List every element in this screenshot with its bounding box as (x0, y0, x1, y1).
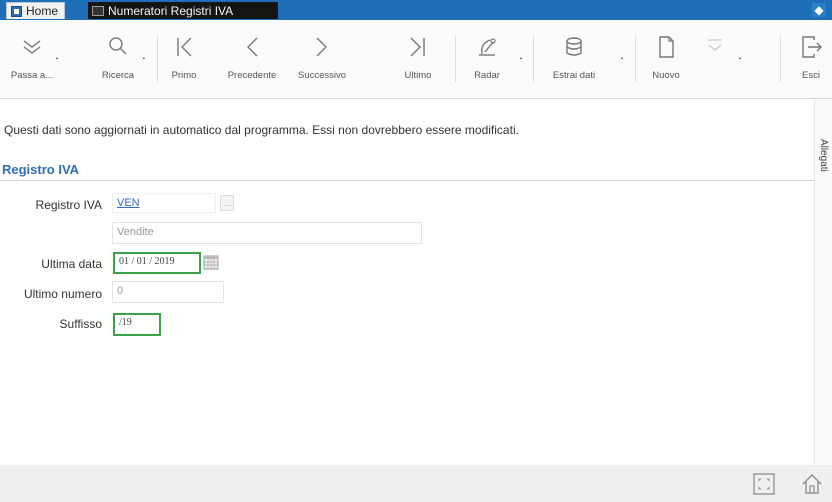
fit-screen-icon[interactable] (752, 472, 776, 496)
precedente-button[interactable]: Precedente (226, 20, 278, 98)
bottom-bar (0, 465, 832, 502)
radar-label: Radar (474, 70, 500, 81)
nuovo-dropdown-button[interactable] (700, 20, 730, 98)
precedente-label: Precedente (227, 70, 277, 81)
ultima-data-input[interactable]: 01 / 01 / 2019 (113, 252, 201, 274)
section-divider (0, 180, 814, 181)
primo-button[interactable]: Primo (166, 20, 202, 98)
esci-label: Esci (802, 70, 820, 81)
nuovo-button[interactable]: Nuovo (648, 20, 684, 98)
primo-label: Primo (171, 70, 197, 81)
registro-iva-code-field[interactable]: VEN (112, 193, 216, 213)
toolbar-separator (780, 36, 781, 82)
ultimo-label: Ultimo (404, 70, 432, 81)
window-tab-icon (92, 5, 104, 16)
info-notice: Questi dati sono aggiornati in automatic… (4, 123, 519, 137)
calendar-icon[interactable] (203, 254, 219, 270)
allegati-side-tab[interactable]: Allegati (814, 99, 832, 465)
allegati-label: Allegati (818, 139, 829, 172)
suffisso-label: Suffisso (59, 317, 102, 331)
home-icon[interactable] (800, 472, 824, 496)
registro-iva-lookup-button[interactable]: … (220, 195, 234, 211)
chevron-right-icon (316, 37, 327, 57)
tab-active-label: Numeratori Registri IVA (108, 3, 234, 18)
database-icon (566, 37, 582, 56)
estrai-dati-button[interactable]: Estrai dati (548, 20, 600, 98)
radar-button[interactable]: Radar (468, 20, 506, 98)
toolbar-separator (533, 36, 534, 82)
ultima-data-label: Ultima data (41, 257, 102, 271)
tab-numeratori-registri-iva[interactable]: Numeratori Registri IVA (88, 2, 278, 19)
passa-a-button[interactable]: Passa a... (10, 20, 54, 98)
passa-a-label: Passa a... (10, 70, 54, 81)
registro-iva-label: Registro IVA (35, 198, 102, 212)
registro-iva-description-field: Vendite (112, 222, 422, 244)
exit-icon (802, 36, 822, 58)
ultimo-button[interactable]: Ultimo (400, 20, 436, 98)
ultimo-numero-field: 0 (112, 281, 224, 303)
toolbar: Passa a... ˙ Ricerca ˙ Primo Precedente … (0, 20, 832, 99)
window-control-button[interactable]: ◆ (812, 3, 826, 17)
new-document-icon (659, 36, 674, 58)
last-record-icon (410, 37, 425, 57)
chevron-down-icon (708, 39, 722, 51)
successivo-label: Successivo (297, 70, 347, 81)
ricerca-label: Ricerca (101, 70, 135, 81)
esci-button[interactable]: Esci (796, 20, 826, 98)
chevron-double-down-icon (23, 40, 41, 54)
estrai-dati-label: Estrai dati (552, 70, 596, 81)
ricerca-button[interactable]: Ricerca (96, 20, 140, 98)
ricerca-dropdown-icon[interactable]: ˙ (142, 56, 147, 74)
toolbar-separator (455, 36, 456, 82)
successivo-button[interactable]: Successivo (296, 20, 348, 98)
toolbar-separator (157, 36, 158, 82)
tab-bar: Home Numeratori Registri IVA ◆ (0, 0, 832, 20)
search-icon (109, 37, 127, 55)
passa-a-dropdown-icon[interactable]: ˙ (55, 56, 60, 74)
section-title: Registro IVA (2, 162, 80, 177)
nuovo-label: Nuovo (652, 70, 680, 81)
app-window: Home Numeratori Registri IVA ◆ Passa a..… (0, 0, 832, 502)
home-tab-icon (11, 5, 22, 17)
suffisso-input[interactable]: /19 (113, 313, 161, 336)
first-record-icon (177, 37, 192, 57)
tab-home[interactable]: Home (6, 2, 66, 19)
ultimo-numero-label: Ultimo numero (23, 287, 102, 301)
radar-icon (479, 38, 496, 56)
toolbar-separator (635, 36, 636, 82)
tab-home-label: Home (26, 4, 59, 18)
chevron-left-icon (247, 37, 258, 57)
radar-dropdown-icon[interactable]: ˙ (519, 56, 524, 74)
nuovo-more-dropdown-icon[interactable]: ˙ (738, 56, 743, 74)
estrai-dati-dropdown-icon[interactable]: ˙ (620, 56, 625, 74)
